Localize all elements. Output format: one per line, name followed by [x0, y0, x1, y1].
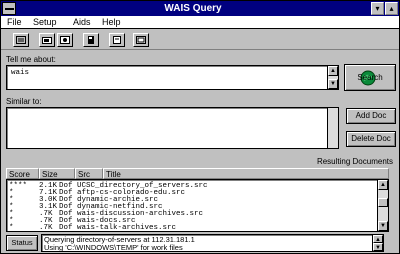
open-question-icon[interactable]	[39, 33, 55, 47]
add-doc-button[interactable]: Add Doc	[346, 108, 396, 124]
delete-doc-button[interactable]: Delete Doc	[346, 131, 396, 147]
document-icon[interactable]	[109, 33, 125, 47]
status-label: Status	[6, 235, 38, 251]
menu-setup[interactable]: Setup	[33, 16, 57, 28]
status-line-2: Using 'C:\WINDOWS\TEMP' for work files	[44, 243, 183, 252]
status-scrollbar[interactable]: ▲ ▼	[372, 235, 383, 251]
scroll-up-icon[interactable]: ▲	[378, 180, 388, 190]
scroll-thumb[interactable]	[378, 198, 388, 207]
results-list[interactable]: **** 2.1K Dof UCSC_directory_of_servers.…	[6, 179, 389, 232]
menu-aids[interactable]: Aids	[73, 16, 91, 28]
tell-me-scrollbar[interactable]: ▲ ▼	[327, 66, 338, 89]
menu-help[interactable]: Help	[102, 16, 121, 28]
toolbar	[1, 30, 399, 50]
minimize-button[interactable]: ▾	[371, 2, 384, 15]
search-label: Search	[357, 73, 383, 82]
status-box: Querying directory-of-servers at 112.31.…	[41, 234, 384, 252]
column-score[interactable]: Score	[6, 168, 39, 179]
menu-file[interactable]: File	[7, 16, 22, 28]
maximize-button[interactable]: ▴	[385, 2, 398, 15]
source-icon[interactable]	[83, 33, 99, 47]
save-question-icon[interactable]	[57, 33, 73, 47]
similar-label: Similar to:	[6, 97, 42, 106]
new-question-icon[interactable]	[13, 33, 29, 47]
title-bar[interactable]: WAIS Query ▾ ▴	[1, 1, 399, 16]
similar-list[interactable]	[6, 107, 339, 149]
tell-me-value: wais	[11, 69, 30, 77]
scroll-up-icon[interactable]: ▲	[328, 66, 338, 76]
scroll-down-icon[interactable]: ▼	[373, 243, 383, 251]
results-scrollbar[interactable]: ▲ ▼	[377, 180, 388, 231]
scroll-down-icon[interactable]: ▼	[378, 221, 388, 231]
scroll-down-icon[interactable]: ▼	[328, 79, 338, 89]
tell-me-input[interactable]: wais ▲ ▼	[6, 65, 339, 90]
column-title[interactable]: Title	[103, 168, 389, 179]
column-size[interactable]: Size	[39, 168, 75, 179]
scroll-up-icon[interactable]: ▲	[373, 235, 383, 243]
tell-me-label: Tell me about:	[6, 55, 56, 64]
wais-query-window: WAIS Query ▾ ▴ File Setup Aids Help Tell…	[0, 0, 400, 254]
menu-bar: File Setup Aids Help	[1, 16, 399, 29]
column-src[interactable]: Src	[75, 168, 103, 179]
search-button[interactable]: Search	[344, 64, 396, 91]
view-icon[interactable]	[133, 33, 149, 47]
system-menu-icon[interactable]	[2, 2, 16, 15]
resulting-documents-label: Resulting Documents	[316, 157, 393, 166]
similar-scrollbar[interactable]	[327, 108, 338, 148]
window-title: WAIS Query	[164, 3, 222, 14]
